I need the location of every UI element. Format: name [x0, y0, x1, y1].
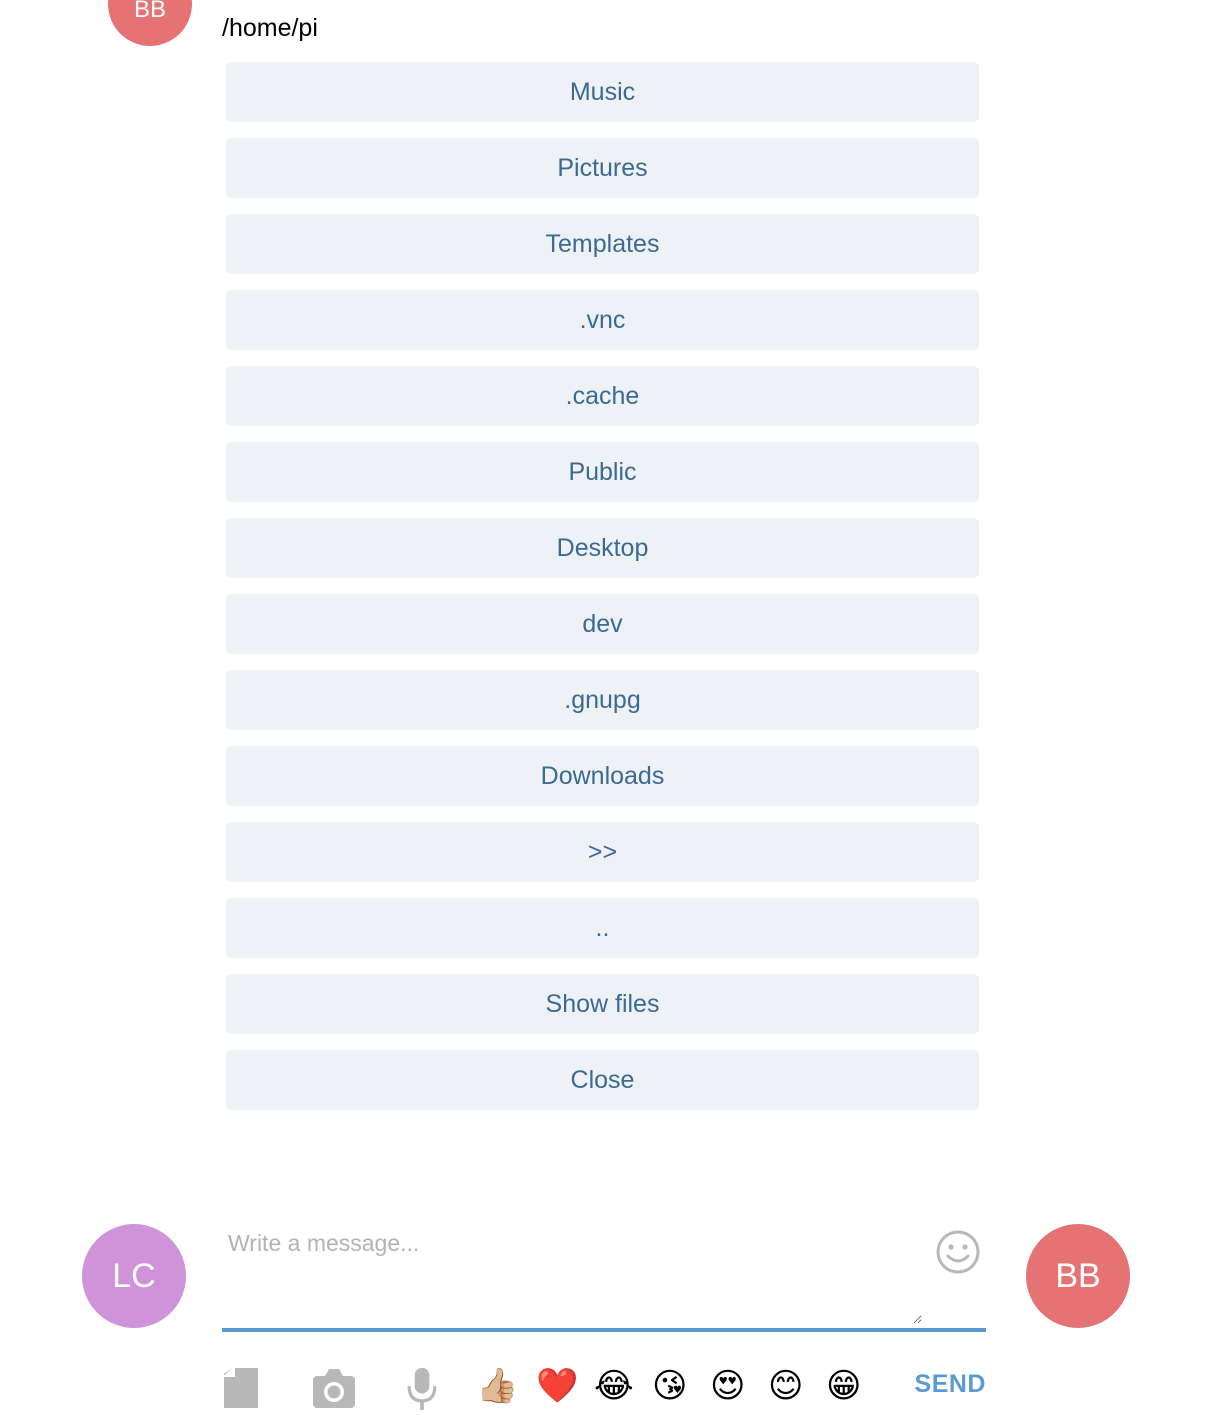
- directory-button-cache[interactable]: .cache: [226, 366, 979, 426]
- composer-underline: [222, 1328, 986, 1332]
- send-button[interactable]: SEND: [915, 1370, 986, 1399]
- emoji-grin[interactable]: 😁: [826, 1364, 861, 1408]
- directory-button-templates[interactable]: Templates: [226, 214, 979, 274]
- directory-button-pictures[interactable]: Pictures: [226, 138, 979, 198]
- directory-button-close[interactable]: Close: [226, 1050, 979, 1110]
- directory-button-gnupg[interactable]: .gnupg: [226, 670, 979, 730]
- emoji-heart-eyes[interactable]: 😍: [710, 1364, 745, 1408]
- directory-button-show-files[interactable]: Show files: [226, 974, 979, 1034]
- emoji-tears-of-joy[interactable]: 😂: [594, 1364, 634, 1408]
- emoji-heart[interactable]: ❤️: [536, 1364, 578, 1408]
- directory-button-item-10[interactable]: >>: [226, 822, 979, 882]
- message-input[interactable]: [222, 1224, 922, 1324]
- file-icon[interactable]: [222, 1366, 262, 1410]
- directory-button-dev[interactable]: dev: [226, 594, 979, 654]
- directory-button-item-11[interactable]: ..: [226, 898, 979, 958]
- bot-avatar-bb: BB: [1026, 1224, 1130, 1328]
- microphone-icon[interactable]: [404, 1366, 440, 1410]
- directory-button-downloads[interactable]: Downloads: [226, 746, 979, 806]
- directory-button-list: Music Pictures Templates .vnc .cache Public De…: [226, 62, 979, 1126]
- directory-button-desktop[interactable]: Desktop: [226, 518, 979, 578]
- camera-icon[interactable]: [312, 1366, 356, 1410]
- chat-page: BB /home/pi Music Pictures Templates .vnc .c…: [0, 0, 1214, 1424]
- sender-avatar: BB: [108, 0, 192, 46]
- composer-toolbar: 👍🏼 ❤️ 😂 😘 😍 😊 😁 SEND: [222, 1360, 986, 1416]
- directory-button-music[interactable]: Music: [226, 62, 979, 122]
- emoji-kiss[interactable]: 😘: [652, 1364, 687, 1408]
- message-path-text: /home/pi: [222, 14, 318, 42]
- emoji-thumbs-up[interactable]: 👍🏼: [476, 1364, 518, 1408]
- directory-button-vnc[interactable]: .vnc: [226, 290, 979, 350]
- user-avatar-lc: LC: [82, 1224, 186, 1328]
- directory-button-public[interactable]: Public: [226, 442, 979, 502]
- emoji-smile[interactable]: 😊: [768, 1364, 803, 1408]
- message-composer: [222, 1224, 986, 1332]
- smiley-icon[interactable]: [934, 1228, 982, 1276]
